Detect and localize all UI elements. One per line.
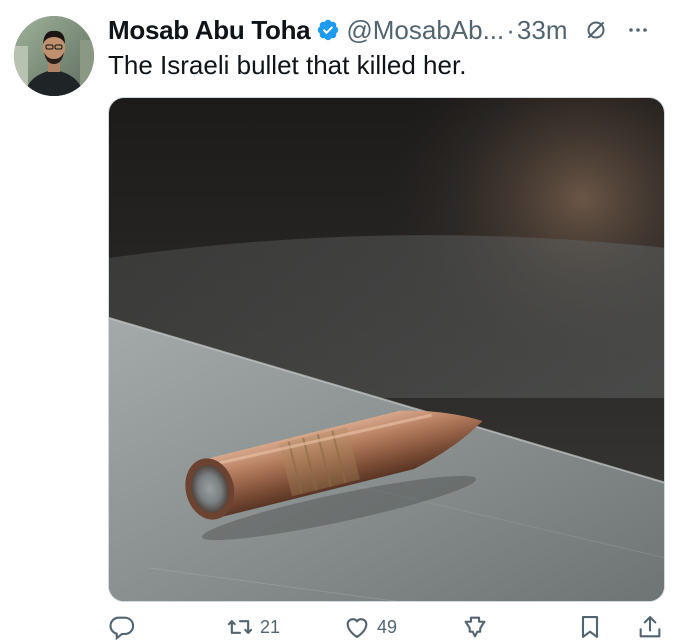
reply-button[interactable] bbox=[108, 612, 142, 642]
author-handle[interactable]: @MosabAb... bbox=[346, 15, 504, 46]
retweet-button[interactable]: 21 bbox=[226, 612, 280, 642]
verified-badge-icon bbox=[316, 18, 340, 42]
views-button[interactable] bbox=[461, 612, 495, 642]
tweet-media-photo[interactable] bbox=[108, 97, 665, 602]
tweet-text: The Israeli bullet that killed her. bbox=[108, 50, 467, 80]
bookmark-button[interactable] bbox=[576, 612, 604, 642]
avatar-image bbox=[14, 16, 94, 96]
author-display-name[interactable]: Mosab Abu Toha bbox=[108, 15, 311, 46]
like-button[interactable]: 49 bbox=[343, 612, 397, 642]
retweet-icon bbox=[227, 620, 253, 634]
avatar[interactable] bbox=[14, 16, 94, 96]
tweet: Mosab Abu Toha @MosabAb... · 33m The Isr… bbox=[0, 0, 680, 644]
tweet-action-bar: 21 49 bbox=[108, 612, 668, 644]
share-icon bbox=[639, 616, 661, 638]
tweet-header: Mosab Abu Toha @MosabAb... · 33m bbox=[108, 12, 668, 48]
retweet-count: 21 bbox=[260, 616, 281, 637]
timestamp[interactable]: 33m bbox=[517, 15, 568, 46]
bullet-photo bbox=[109, 98, 664, 601]
more-options-icon[interactable] bbox=[626, 18, 650, 42]
bookmark-icon bbox=[581, 616, 599, 638]
grok-icon[interactable] bbox=[584, 18, 608, 42]
separator-dot: · bbox=[506, 14, 515, 45]
share-button[interactable] bbox=[636, 612, 664, 642]
like-count: 49 bbox=[377, 616, 398, 637]
reply-icon bbox=[109, 616, 135, 641]
analytics-icon bbox=[464, 616, 486, 638]
heart-icon bbox=[346, 618, 368, 639]
